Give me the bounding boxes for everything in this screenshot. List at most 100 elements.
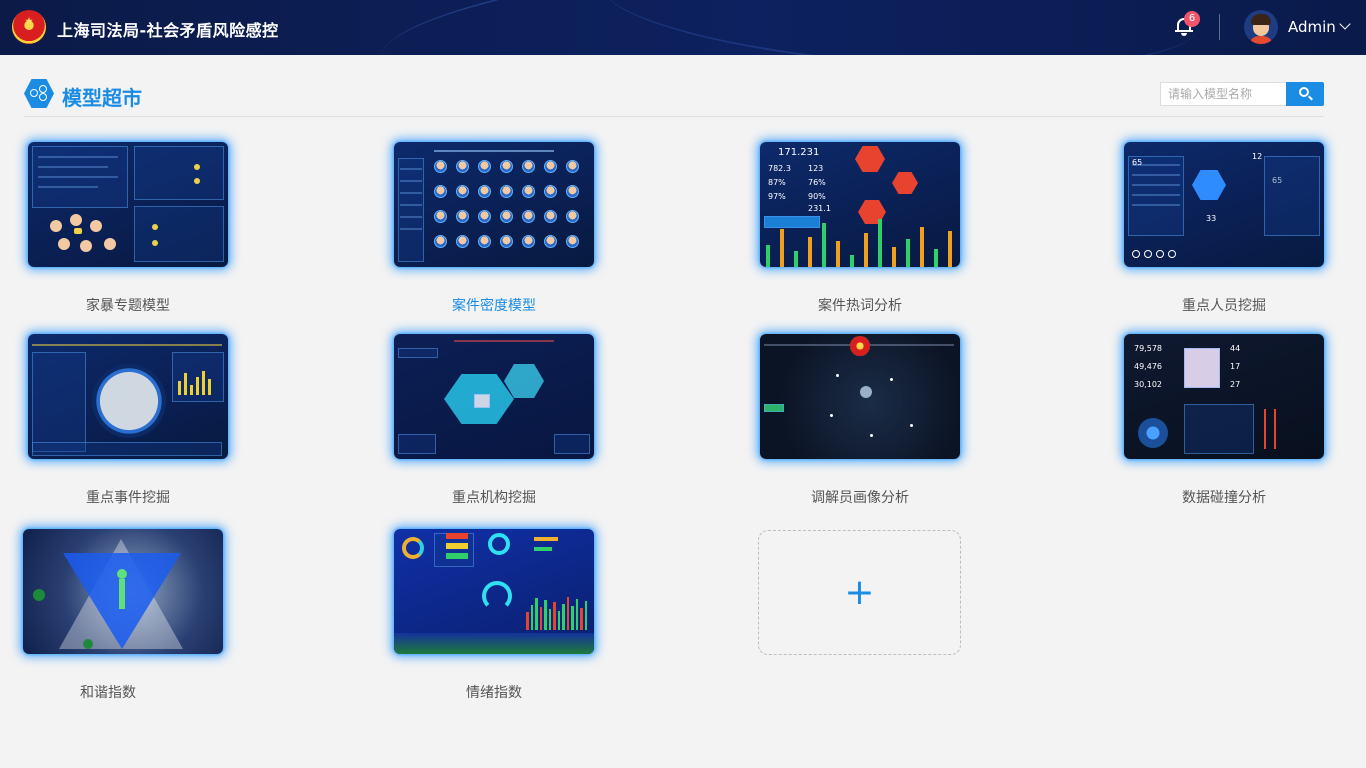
model-thumbnail[interactable] (28, 334, 228, 459)
portrait-dot (500, 185, 513, 198)
decor-bar (526, 612, 529, 630)
portrait-dot (434, 185, 447, 198)
model-label[interactable]: 案件热词分析 (760, 295, 960, 315)
decor-bar (580, 608, 583, 630)
emblem-logo (12, 10, 46, 44)
portrait-dot (566, 210, 579, 223)
chevron-down-icon[interactable] (1339, 18, 1351, 30)
portrait-dot (456, 160, 469, 173)
top-navbar: 上海司法局-社会矛盾风险感控 6 Admin (0, 0, 1366, 55)
model-label[interactable]: 重点人员挖掘 (1124, 295, 1324, 315)
decor-bar (766, 245, 770, 267)
portrait-dot (522, 160, 535, 173)
portrait-dot (456, 235, 469, 248)
model-thumbnail[interactable] (394, 142, 594, 267)
portrait-dot (566, 185, 579, 198)
decor-bar (553, 602, 556, 630)
decor-bar (566, 597, 569, 630)
decor-bar (836, 241, 840, 267)
portrait-dot (500, 160, 513, 173)
model-label[interactable]: 重点事件挖掘 (28, 487, 228, 507)
model-search-input[interactable] (1160, 82, 1287, 106)
decor-bar (530, 605, 533, 630)
decor-bar (906, 239, 910, 267)
decor-bar (780, 229, 784, 267)
model-label[interactable]: 家暴专题模型 (28, 295, 228, 315)
decor-bar (892, 247, 896, 267)
decor-bar (822, 223, 826, 267)
model-card-domestic-violence[interactable]: 家暴专题模型 (28, 142, 228, 314)
model-card-data-collision[interactable]: 79,578 49,476 30,102 44 17 27 数据碰撞分析 (1124, 334, 1324, 506)
decor-bar (850, 255, 854, 267)
portrait-dot (544, 160, 557, 173)
portrait-dot (478, 235, 491, 248)
portrait-dot (544, 210, 557, 223)
model-thumbnail[interactable] (23, 529, 223, 654)
model-market-icon (24, 79, 54, 108)
portrait-dot (478, 210, 491, 223)
model-card-hot-words[interactable]: 171.231 782.3 123 87% 76% 97% 90% 231.1 … (760, 142, 960, 314)
model-thumbnail[interactable] (394, 334, 594, 459)
decor-bar (562, 604, 565, 630)
model-card-key-persons[interactable]: 12 65 33 65 重点人员挖掘 (1124, 142, 1324, 314)
decor-bar (864, 233, 868, 267)
model-card-key-events[interactable]: 重点事件挖掘 (28, 334, 228, 506)
section-divider (24, 116, 1324, 117)
app-title: 上海司法局-社会矛盾风险感控 (57, 21, 279, 40)
model-card-mediator-profile[interactable]: 调解员画像分析 (760, 334, 960, 506)
model-label[interactable]: 和谐指数 (8, 682, 208, 702)
decor-bar (934, 249, 938, 267)
portrait-dot (456, 185, 469, 198)
decor-bar (571, 606, 574, 630)
decor-bar (557, 611, 560, 630)
portrait-dot (500, 235, 513, 248)
portrait-dot (522, 210, 535, 223)
portrait-dot (478, 160, 491, 173)
model-thumbnail[interactable] (394, 529, 594, 654)
user-name[interactable]: Admin (1288, 18, 1336, 36)
model-thumbnail[interactable] (760, 334, 960, 459)
decor-bar (535, 598, 538, 630)
decor-bar (808, 237, 812, 267)
model-thumbnail[interactable]: 12 65 33 65 (1124, 142, 1324, 267)
decor-bar (575, 599, 578, 630)
portrait-dot (434, 210, 447, 223)
model-card-harmony-index[interactable]: 和谐指数 (23, 529, 223, 701)
model-card-key-institutions[interactable]: 重点机构挖掘 (394, 334, 594, 506)
portrait-dot (478, 185, 491, 198)
decor-bar (544, 600, 547, 630)
model-thumbnail[interactable]: 171.231 782.3 123 87% 76% 97% 90% 231.1 (760, 142, 960, 267)
portrait-dot (500, 210, 513, 223)
model-label[interactable]: 案件密度模型 (394, 295, 594, 315)
add-model-card[interactable]: + (758, 530, 961, 655)
page-title: 模型超市 (62, 86, 142, 110)
model-label[interactable]: 重点机构挖掘 (394, 487, 594, 507)
notification-badge[interactable]: 6 (1184, 11, 1200, 27)
decor-bar (878, 219, 882, 267)
model-thumbnail[interactable]: 79,578 49,476 30,102 44 17 27 (1124, 334, 1324, 459)
decor-bar (794, 251, 798, 267)
avatar[interactable] (1244, 10, 1278, 44)
model-label[interactable]: 调解员画像分析 (760, 487, 960, 507)
portrait-dot (544, 185, 557, 198)
search-button[interactable] (1286, 82, 1324, 106)
portrait-dot (544, 235, 557, 248)
decor-bar (548, 609, 551, 630)
decor-bar (584, 601, 587, 630)
portrait-dot (566, 235, 579, 248)
model-card-case-density[interactable]: 案件密度模型 (394, 142, 594, 314)
model-label[interactable]: 情绪指数 (394, 682, 594, 702)
portrait-dot (522, 185, 535, 198)
decor-bar (948, 231, 952, 267)
portrait-dot (434, 235, 447, 248)
decor-bar (920, 227, 924, 267)
decor-bar (539, 607, 542, 630)
portrait-dot (434, 160, 447, 173)
model-card-emotion-index[interactable]: 情绪指数 (394, 529, 594, 701)
portrait-dot (566, 160, 579, 173)
model-thumbnail[interactable] (28, 142, 228, 267)
plus-icon[interactable]: + (759, 573, 960, 613)
header-divider (1219, 14, 1220, 40)
model-label[interactable]: 数据碰撞分析 (1124, 487, 1324, 507)
portrait-dot (522, 235, 535, 248)
